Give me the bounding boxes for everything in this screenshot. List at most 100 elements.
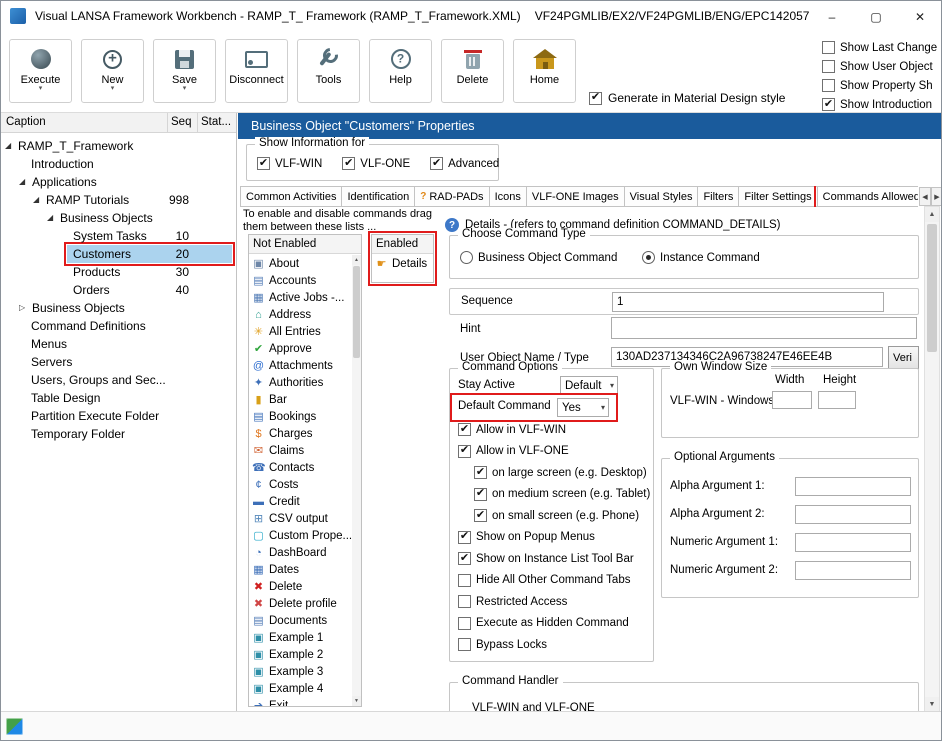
checkbox-icon[interactable] — [458, 423, 471, 436]
command-item-all-entries[interactable]: ✳All Entries — [249, 323, 361, 340]
command-item-example-1[interactable]: ▣Example 1 — [249, 629, 361, 646]
tree-item-partition-execute-folder[interactable]: Partition Execute Folder — [1, 407, 236, 425]
option-show-on-instance-list-tool-bar[interactable]: Show on Instance List Tool Bar — [458, 552, 634, 565]
tree-item-business-objects[interactable]: ▷Business Objects — [1, 299, 236, 317]
tree-item-servers[interactable]: Servers — [1, 353, 236, 371]
command-item-credit[interactable]: ▬Credit — [249, 493, 361, 510]
command-item-custom-prope[interactable]: ▢Custom Prope... — [249, 527, 361, 544]
command-item-details[interactable]: ☛Details — [372, 255, 433, 272]
command-item-charges[interactable]: $Charges — [249, 425, 361, 442]
tree-item-ramp-t-framework[interactable]: ◢RAMP_T_Framework — [1, 137, 236, 155]
toolbar-button-help[interactable]: Help — [369, 39, 432, 103]
checkbox-icon[interactable] — [458, 595, 471, 608]
option-hide-all-other-command-tabs[interactable]: Hide All Other Command Tabs — [458, 574, 630, 587]
toolbar-button-delete[interactable]: Delete — [441, 39, 504, 103]
toolbar-button-save[interactable]: Save▾ — [153, 39, 216, 103]
checkbox-icon[interactable] — [474, 509, 487, 522]
tab-filters[interactable]: Filters — [697, 186, 739, 207]
command-item-costs[interactable]: ¢Costs — [249, 476, 361, 493]
option-bypass-locks[interactable]: Bypass Locks — [458, 638, 547, 651]
scroll-up-icon[interactable]: ▲ — [925, 207, 939, 222]
show-option-show-last-change[interactable]: Show Last Change — [822, 38, 942, 57]
option-allow-in-vlf-win[interactable]: Allow in VLF-WIN — [458, 423, 566, 436]
maximize-icon[interactable]: ▢ — [854, 2, 898, 31]
checkbox-icon[interactable] — [474, 488, 487, 501]
command-item-delete-profile[interactable]: ✖Delete profile — [249, 595, 361, 612]
checkbox-icon[interactable] — [458, 574, 471, 587]
option-on-large-screen-e-g-desktop[interactable]: on large screen (e.g. Desktop) — [474, 466, 647, 479]
command-item-accounts[interactable]: ▤Accounts — [249, 272, 361, 289]
minimize-icon[interactable]: – — [810, 2, 854, 31]
tab-common-activities[interactable]: Common Activities — [240, 186, 342, 207]
hint-input[interactable] — [611, 317, 917, 339]
toolbar-button-new[interactable]: New▾ — [81, 39, 144, 103]
tree-item-ramp-tutorials[interactable]: ◢RAMP Tutorials998 — [1, 191, 236, 209]
radio-business-object-command[interactable]: Business Object Command — [460, 251, 617, 264]
radio-icon[interactable] — [642, 251, 655, 264]
scroll-down-icon[interactable]: ▼ — [925, 697, 939, 711]
tree-item-users-groups-and-sec[interactable]: Users, Groups and Sec... — [1, 371, 236, 389]
checkbox-icon[interactable] — [430, 157, 443, 170]
command-item-exit[interactable]: ➔Exit — [249, 697, 361, 706]
optional-arg-input-1[interactable] — [795, 477, 911, 496]
show-option-show-property-sh[interactable]: Show Property Sh — [822, 76, 942, 95]
stay-active-select[interactable]: Default ▾ — [560, 376, 618, 395]
option-execute-as-hidden-command[interactable]: Execute as Hidden Command — [458, 617, 629, 630]
optional-arg-input-3[interactable] — [795, 533, 911, 552]
tree-item-introduction[interactable]: Introduction — [1, 155, 236, 173]
tab-icons[interactable]: Icons — [489, 186, 527, 207]
show-option-show-introduction[interactable]: Show Introduction — [822, 95, 942, 114]
show-option-show-user-object[interactable]: Show User Object — [822, 57, 942, 76]
tree-item-customers[interactable]: Customers20 — [1, 245, 236, 263]
command-item-dates[interactable]: ▦Dates — [249, 561, 361, 578]
column-status[interactable]: Stat... — [198, 113, 236, 133]
checkbox-icon[interactable] — [458, 445, 471, 458]
option-show-on-popup-menus[interactable]: Show on Popup Menus — [458, 531, 595, 544]
checkbox-icon[interactable] — [822, 60, 835, 73]
optional-arg-input-4[interactable] — [795, 561, 911, 580]
scrollbar-thumb[interactable] — [927, 224, 937, 352]
show-info-advanced[interactable]: Advanced — [430, 156, 499, 171]
option-on-medium-screen-e-g-tablet[interactable]: on medium screen (e.g. Tablet) — [474, 488, 650, 501]
checkbox-icon[interactable] — [474, 466, 487, 479]
command-item-bookings[interactable]: ▤Bookings — [249, 408, 361, 425]
command-item-example-2[interactable]: ▣Example 2 — [249, 646, 361, 663]
checkbox-icon[interactable] — [822, 41, 835, 54]
command-item-approve[interactable]: ✔Approve — [249, 340, 361, 357]
width-input[interactable] — [772, 391, 812, 409]
tree-item-system-tasks[interactable]: System Tasks10 — [1, 227, 236, 245]
optional-arg-input-2[interactable] — [795, 505, 911, 524]
command-item-authorities[interactable]: ✦Authorities — [249, 374, 361, 391]
toolbar-button-disconnect[interactable]: Disconnect — [225, 39, 288, 103]
tree-item-applications[interactable]: ◢Applications — [1, 173, 236, 191]
tree-item-table-design[interactable]: Table Design — [1, 389, 236, 407]
close-icon[interactable]: ✕ — [898, 2, 942, 31]
show-info-vlf-win[interactable]: VLF-WIN — [257, 156, 322, 171]
command-item-about[interactable]: ▣About — [249, 255, 361, 272]
checkbox-icon[interactable] — [458, 617, 471, 630]
command-item-dashboard[interactable]: ◔DashBoard — [249, 544, 361, 561]
column-caption[interactable]: Caption — [1, 113, 168, 133]
radio-instance-command[interactable]: Instance Command — [642, 251, 760, 264]
generate-material-checkbox[interactable]: Generate in Material Design style — [589, 91, 785, 105]
command-item-csv-output[interactable]: ⊞CSV output — [249, 510, 361, 527]
checkbox-icon[interactable] — [342, 157, 355, 170]
tab-identification[interactable]: Identification — [341, 186, 415, 207]
tree-item-products[interactable]: Products30 — [1, 263, 236, 281]
column-seq[interactable]: Seq — [168, 113, 198, 133]
tree-item-command-definitions[interactable]: Command Definitions — [1, 317, 236, 335]
toolbar-button-tools[interactable]: Tools — [297, 39, 360, 103]
command-item-delete[interactable]: ✖Delete — [249, 578, 361, 595]
tree-item-temporary-folder[interactable]: Temporary Folder — [1, 425, 236, 443]
command-item-example-4[interactable]: ▣Example 4 — [249, 680, 361, 697]
tab-filter-settings[interactable]: Filter Settings — [738, 186, 817, 207]
toolbar-button-execute[interactable]: Execute▾ — [9, 39, 72, 103]
command-item-address[interactable]: ⌂Address — [249, 306, 361, 323]
tab-scroll-right-icon[interactable]: ▶ — [931, 187, 941, 206]
default-command-select[interactable]: Yes ▾ — [557, 398, 609, 417]
tab-vlf-one-images[interactable]: VLF-ONE Images — [526, 186, 625, 207]
command-item-documents[interactable]: ▤Documents — [249, 612, 361, 629]
command-item-bar[interactable]: ▮Bar — [249, 391, 361, 408]
show-info-vlf-one[interactable]: VLF-ONE — [342, 156, 410, 171]
command-item-example-3[interactable]: ▣Example 3 — [249, 663, 361, 680]
